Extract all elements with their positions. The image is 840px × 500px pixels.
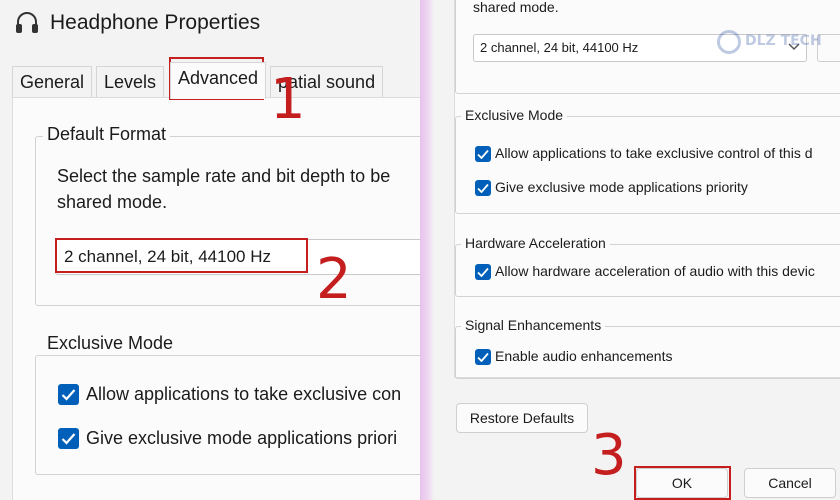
tab-spatial-sound[interactable]: patial sound: [270, 66, 384, 98]
exclusive-priority-checkbox-row[interactable]: Give exclusive mode applications priorit…: [475, 178, 840, 198]
tab-levels[interactable]: Levels: [96, 66, 165, 98]
tab-general[interactable]: General: [12, 66, 93, 98]
title-bar: Headphone Properties: [0, 0, 420, 48]
signal-enhancements-legend: Signal Enhancements: [461, 317, 606, 333]
audio-enhancements-label: Enable audio enhancements: [495, 348, 673, 364]
default-format-select-value: 2 channel, 24 bit, 44100 Hz: [480, 40, 639, 55]
restore-defaults-button[interactable]: Restore Defaults: [456, 403, 588, 433]
tab-bar: General Levels Advanced patial sound: [0, 62, 420, 99]
checkbox-checked[interactable]: [58, 384, 79, 405]
panel-divider: [420, 0, 434, 500]
cancel-button[interactable]: Cancel: [744, 468, 836, 498]
watermark-text: DLZ TECH: [745, 33, 822, 49]
exclusive-control-checkbox-row[interactable]: Allow applications to take exclusive con…: [475, 144, 840, 164]
ok-button[interactable]: OK: [636, 468, 728, 498]
exclusive-priority-checkbox-row[interactable]: Give exclusive mode applications priori: [58, 426, 420, 452]
hardware-acceleration-label: Allow hardware acceleration of audio wit…: [495, 263, 815, 279]
exclusive-mode-group: [35, 355, 420, 475]
exclusive-control-checkbox-row[interactable]: Allow applications to take exclusive con: [58, 382, 420, 408]
default-format-select[interactable]: 2 channel, 24 bit, 44100 Hz: [55, 239, 420, 275]
tab-content: Default Format Select the sample rate an…: [12, 97, 420, 500]
checkbox-checked[interactable]: [475, 349, 491, 365]
default-format-description: shared mode.: [473, 0, 559, 15]
exclusive-priority-label: Give exclusive mode applications priorit…: [495, 179, 748, 195]
headphones-icon: [14, 10, 40, 36]
exclusive-control-label: Allow applications to take exclusive con: [86, 384, 402, 404]
exclusive-priority-label: Give exclusive mode applications priori: [86, 428, 398, 448]
window-title: Headphone Properties: [50, 11, 261, 34]
exclusive-mode-group: [455, 116, 840, 214]
exclusive-mode-legend: Exclusive Mode: [461, 107, 568, 123]
exclusive-mode-legend: Exclusive Mode: [43, 333, 178, 354]
checkbox-checked[interactable]: [475, 146, 491, 162]
left-zoomed-panel: Headphone Properties General Levels Adva…: [0, 0, 420, 500]
dlz-tech-watermark: DLZ TECH: [717, 28, 827, 58]
checkbox-checked[interactable]: [58, 428, 79, 449]
hardware-acceleration-legend: Hardware Acceleration: [461, 235, 610, 251]
default-format-group: [35, 136, 420, 306]
checkbox-checked[interactable]: [475, 264, 491, 280]
dialog-lower-area: shared mode. 2 channel, 24 bit, 44100 Hz…: [434, 0, 840, 500]
default-format-description-line1: Select the sample rate and bit depth to …: [57, 166, 391, 186]
exclusive-control-label: Allow applications to take exclusive con…: [495, 145, 813, 161]
tab-advanced[interactable]: Advanced: [170, 62, 267, 99]
right-zoomed-panel: shared mode. 2 channel, 24 bit, 44100 Hz…: [420, 0, 840, 500]
watermark-logo: [717, 30, 741, 54]
audio-enhancements-checkbox-row[interactable]: Enable audio enhancements: [475, 347, 840, 367]
checkbox-checked[interactable]: [475, 180, 491, 196]
hardware-acceleration-checkbox-row[interactable]: Allow hardware acceleration of audio wit…: [475, 262, 840, 282]
default-format-description-line2: shared mode.: [57, 192, 168, 212]
default-format-legend: Default Format: [43, 124, 171, 145]
advanced-tab-content: shared mode. 2 channel, 24 bit, 44100 Hz…: [454, 0, 840, 379]
